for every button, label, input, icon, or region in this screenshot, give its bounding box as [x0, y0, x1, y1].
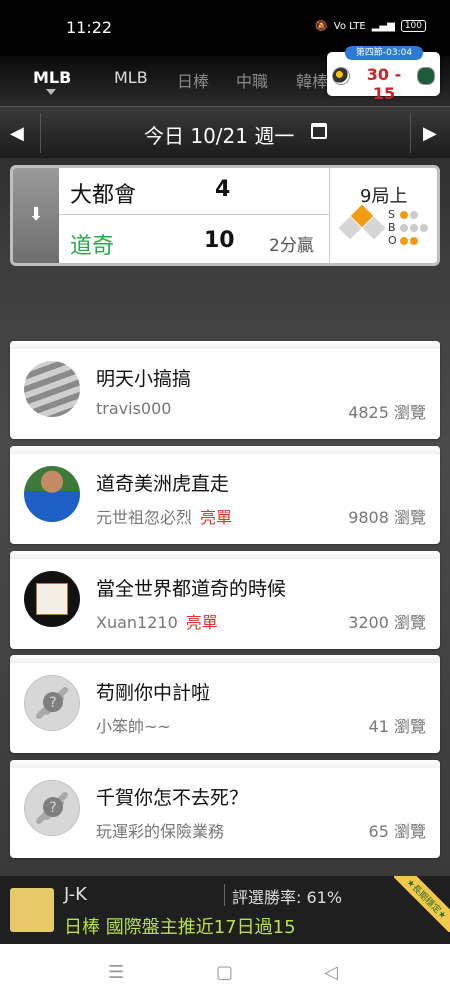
post-views: 65 瀏覽: [368, 822, 426, 841]
default-avatar-icon: ?: [24, 675, 80, 731]
post-views: 41 瀏覽: [368, 717, 426, 736]
back-icon[interactable]: ◁: [324, 962, 338, 983]
author-name: 元世祖忽必烈: [96, 508, 193, 527]
post-author: 玩運彩的保險業務: [96, 818, 232, 842]
inning-box: 9局上 S B O: [329, 168, 437, 263]
post-author: Xuan1210 亮單: [96, 609, 218, 633]
out-dot-2: [410, 237, 418, 245]
next-date-icon[interactable]: ▶: [423, 123, 437, 144]
ball-dot-3: [420, 224, 428, 232]
post-card[interactable]: 當全世界都道奇的時候 Xuan1210 亮單 3200 瀏覽: [10, 551, 440, 649]
live-score: 30 - 15: [366, 65, 402, 103]
home-team-score: 10: [204, 228, 235, 253]
post-title: 苟剛你中計啦: [96, 682, 211, 704]
ball-dot-2: [410, 224, 418, 232]
tab-mlb-active[interactable]: MLB: [33, 68, 71, 87]
banner-divider: [224, 884, 225, 906]
post-views: 9808 瀏覽: [348, 508, 426, 527]
post-title: 千賀你怎不去死？: [96, 787, 249, 809]
tab-kbo[interactable]: 韓棒: [296, 68, 328, 92]
calendar-icon[interactable]: [311, 123, 327, 139]
game-card[interactable]: ⬇ 大都會 4 道奇 10 2分贏 9局上 S B O: [10, 165, 440, 266]
tab-indicator-icon: [46, 89, 56, 95]
svg-text:?: ?: [49, 800, 56, 816]
default-avatar-icon: ?: [24, 780, 80, 836]
question-mark-icon: ?: [36, 687, 68, 719]
sbo-labels: S B O: [388, 208, 397, 247]
tab-cpbl[interactable]: 中職: [236, 68, 268, 92]
away-team-name: 大都會: [70, 183, 137, 208]
home-icon[interactable]: ▢: [216, 962, 233, 983]
post-author: 元世祖忽必烈 亮單: [96, 504, 232, 528]
ribbon-badge: ★長期穩定★: [394, 876, 450, 932]
ribbon-label: ★長期穩定★: [394, 876, 450, 932]
away-team-row: 大都會 4: [59, 168, 329, 215]
scroll-image-icon: [36, 583, 68, 615]
live-score-widget[interactable]: 第四節-03:04 30 - 15: [327, 46, 440, 103]
tab-npb[interactable]: 日棒: [177, 68, 209, 92]
avatar: [24, 466, 80, 522]
out-label: O: [388, 234, 397, 247]
expert-banner[interactable]: J-K 評選勝率: 61% 日棒 國際盤主推近17日過15 ★長期穩定★: [0, 876, 450, 944]
pick-text: 日棒 國際盤主推近17日過15: [64, 917, 296, 938]
date-divider-right: [410, 113, 411, 153]
post-card[interactable]: ? 苟剛你中計啦 小笨帥~~ 41 瀏覽: [10, 655, 440, 753]
author-name: 玩運彩的保險業務: [96, 822, 225, 841]
home-team-row: 道奇 10 2分贏: [59, 216, 329, 263]
strike-dot-1: [400, 211, 408, 219]
expert-name: J-K: [64, 884, 87, 905]
jets-logo-icon: [417, 67, 435, 85]
question-mark-icon: ?: [36, 792, 68, 824]
status-icons: 🔕 Vo LTE ▂▄▆ 100: [315, 20, 426, 32]
expand-button[interactable]: ⬇: [13, 168, 59, 263]
avatar: [24, 361, 80, 417]
author-name: travis000: [96, 399, 172, 418]
out-dot-1: [400, 237, 408, 245]
signal-icon: ▂▄▆: [371, 20, 395, 32]
avatar: [24, 571, 80, 627]
post-author: travis000: [96, 399, 179, 418]
post-badge: 亮單: [185, 613, 218, 632]
tab-mlb[interactable]: MLB: [114, 68, 148, 87]
post-title: 明天小搞搞: [96, 368, 192, 390]
post-views: 4825 瀏覽: [348, 403, 426, 422]
volte-icon: Vo LTE: [333, 20, 366, 32]
user-avatar: [10, 888, 54, 932]
menu-icon[interactable]: ☰: [108, 962, 124, 983]
home-team-name: 道奇: [70, 234, 115, 259]
away-team-score: 4: [215, 177, 231, 202]
prev-date-icon[interactable]: ◀: [10, 123, 24, 144]
date-divider-left: [40, 113, 41, 153]
arrow-down-icon: ⬇: [28, 204, 44, 225]
date-label[interactable]: 今日 10/21 週一: [144, 120, 294, 149]
post-views: 3200 瀏覽: [348, 613, 426, 632]
date-bar: ◀ 今日 10/21 週一 ▶: [0, 106, 450, 158]
system-nav-bar: ☰ ▢ ◁: [0, 944, 450, 1000]
battery-icon: 100: [400, 20, 426, 32]
post-badge: 亮單: [200, 508, 233, 527]
mute-icon: 🔕: [315, 20, 328, 32]
post-card[interactable]: 明天小搞搞 travis000 4825 瀏覽: [10, 341, 440, 439]
svg-text:?: ?: [49, 695, 56, 711]
game-result: 2分贏: [269, 236, 314, 256]
post-title: 當全世界都道奇的時候: [96, 578, 287, 600]
post-author: 小笨帥~~: [96, 713, 179, 737]
inning-label: 9局上: [360, 186, 408, 207]
post-title: 道奇美洲虎直走: [96, 473, 230, 495]
post-card[interactable]: 道奇美洲虎直走 元世祖忽必烈 亮單 9808 瀏覽: [10, 446, 440, 544]
strike-label: S: [388, 208, 395, 221]
ball-label: B: [388, 221, 396, 234]
author-name: Xuan1210: [96, 613, 178, 632]
status-time: 11:22: [66, 18, 113, 37]
score-period: 第四節-03:04: [345, 46, 423, 60]
ball-dot-1: [400, 224, 408, 232]
steelers-logo-icon: [332, 67, 350, 85]
author-name: 小笨帥~~: [96, 717, 171, 736]
post-card[interactable]: ? 千賀你怎不去死？ 玩運彩的保險業務 65 瀏覽: [10, 760, 440, 858]
win-rate: 評選勝率: 61%: [232, 888, 343, 907]
strike-dot-2: [410, 211, 418, 219]
